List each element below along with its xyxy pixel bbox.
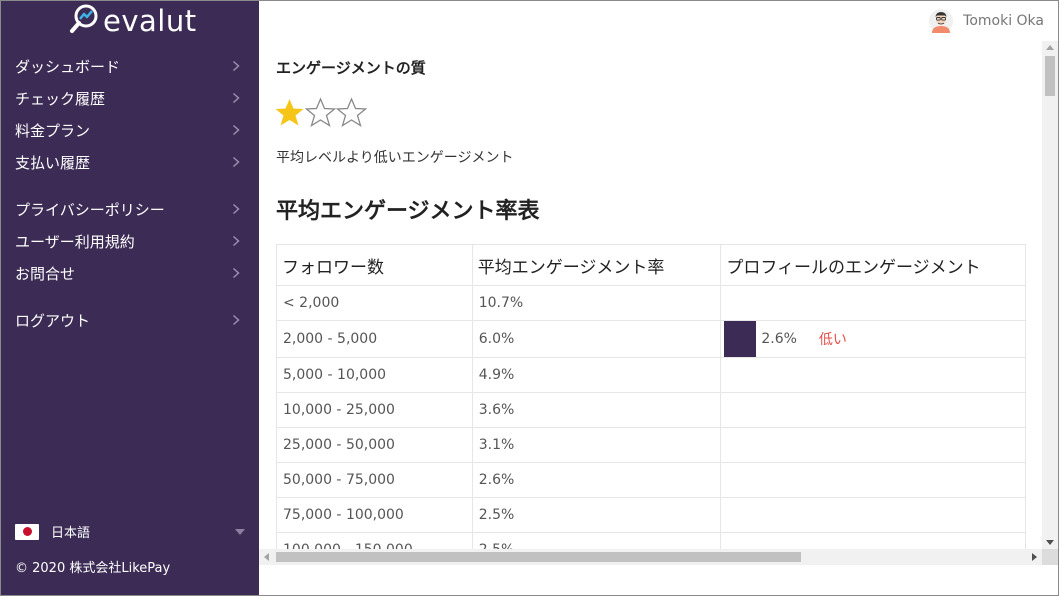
cell-profile-engagement <box>720 497 1026 533</box>
horizontal-scroll-thumb[interactable] <box>276 552 801 562</box>
profile-engagement-marker: 2.6% 低い <box>724 321 1025 357</box>
scroll-left-icon[interactable] <box>264 553 269 561</box>
cell-profile-engagement <box>720 357 1026 393</box>
sidebar-item-label: チェック履歴 <box>15 89 106 108</box>
chevron-right-icon <box>229 266 243 280</box>
header-average-rate: 平均エンゲージメント率 <box>471 244 722 286</box>
profile-level-badge: 低い <box>818 332 847 348</box>
cell-followers: 75,000 - 100,000 <box>276 497 473 533</box>
sidebar-item[interactable]: お問合せ <box>1 257 259 289</box>
cell-average-rate: 4.9% <box>471 357 722 393</box>
main-content[interactable]: エンゲージメントの質 平均レベルより低いエンゲージメント 平均エンゲージメント率… <box>259 41 1042 549</box>
logo-magnifier-icon <box>69 3 101 39</box>
cell-profile-engagement <box>720 285 1026 321</box>
star-filled-icon <box>274 97 305 128</box>
table-row: 75,000 - 100,000 2.5% <box>276 497 1026 533</box>
chevron-right-icon <box>229 123 243 137</box>
cell-profile-engagement <box>720 427 1026 463</box>
table-row: 50,000 - 75,000 2.6% <box>276 462 1026 498</box>
table-header-row: フォロワー数 平均エンゲージメント率 プロフィールのエンゲージメント <box>276 244 1026 286</box>
cell-followers: 5,000 - 10,000 <box>276 357 473 393</box>
scroll-right-icon[interactable] <box>1032 553 1037 561</box>
cell-average-rate: 3.1% <box>471 427 722 463</box>
cell-profile-engagement <box>720 532 1026 549</box>
user-name: Tomoki Oka <box>963 13 1044 29</box>
scroll-down-icon[interactable] <box>1046 540 1054 545</box>
sidebar-item-label: 支払い履歴 <box>15 153 91 172</box>
copyright: © 2020 株式会社LikePay <box>15 561 171 576</box>
chevron-right-icon <box>229 202 243 216</box>
header-followers: フォロワー数 <box>276 244 473 286</box>
engagement-table: フォロワー数 平均エンゲージメント率 プロフィールのエンゲージメント < 2,0… <box>276 244 1026 549</box>
scroll-up-icon[interactable] <box>1046 45 1054 50</box>
user-menu[interactable]: Tomoki Oka <box>929 9 1044 33</box>
sidebar-item-label: プライバシーポリシー <box>15 200 165 219</box>
chevron-right-icon <box>229 91 243 105</box>
logo[interactable]: evalut <box>69 3 197 39</box>
sidebar-item-label: ユーザー利用規約 <box>15 232 135 251</box>
cell-average-rate: 2.5% <box>471 532 722 549</box>
japan-flag-icon <box>15 523 39 540</box>
nav-group: プライバシーポリシー ユーザー利用規約 お問合せ <box>1 193 259 289</box>
scrollbar-corner <box>1042 549 1058 565</box>
engagement-title: エンゲージメントの質 <box>276 59 426 77</box>
cell-profile-engagement: 2.6% 低い <box>720 320 1026 358</box>
cell-average-rate: 2.6% <box>471 462 722 498</box>
engagement-description: 平均レベルより低いエンゲージメント <box>276 150 514 166</box>
cell-followers: 50,000 - 75,000 <box>276 462 473 498</box>
sidebar-item[interactable]: プライバシーポリシー <box>1 193 259 225</box>
table-row: 2,000 - 5,000 6.0% 2.6% 低い <box>276 320 1026 358</box>
nav-group: ログアウト <box>1 304 259 336</box>
star-empty-icon <box>335 97 368 128</box>
table-title: 平均エンゲージメント率表 <box>276 199 540 224</box>
table-row: 25,000 - 50,000 3.1% <box>276 427 1026 463</box>
cell-average-rate: 2.5% <box>471 497 722 533</box>
sidebar-item[interactable]: ダッシュボード <box>1 50 259 82</box>
cell-profile-engagement <box>720 392 1026 428</box>
table-row: 5,000 - 10,000 4.9% <box>276 357 1026 393</box>
chevron-right-icon <box>229 155 243 169</box>
vertical-scrollbar[interactable] <box>1042 41 1058 549</box>
cell-profile-engagement <box>720 462 1026 498</box>
sidebar-item[interactable]: 料金プラン <box>1 114 259 146</box>
chevron-right-icon <box>229 234 243 248</box>
header-profile-engagement: プロフィールのエンゲージメント <box>720 244 1026 286</box>
nav-group: ダッシュボード チェック履歴 料金プラン支払い履歴 <box>1 50 259 178</box>
logo-text: evalut <box>103 4 197 38</box>
cell-followers: 10,000 - 25,000 <box>276 392 473 428</box>
avatar-icon <box>929 9 954 33</box>
table-row: 10,000 - 25,000 3.6% <box>276 392 1026 428</box>
cell-average-rate: 3.6% <box>471 392 722 428</box>
cell-followers: 25,000 - 50,000 <box>276 427 473 463</box>
cell-average-rate: 6.0% <box>471 320 722 358</box>
rating-stars <box>274 97 368 128</box>
table-row: 100,000 - 150,0002.5% <box>276 532 1026 549</box>
profile-bar <box>724 321 757 357</box>
sidebar-item-label: 料金プラン <box>15 121 91 140</box>
horizontal-scrollbar[interactable] <box>259 549 1042 565</box>
language-selector[interactable]: 日本語 <box>15 522 245 541</box>
language-label: 日本語 <box>51 526 91 541</box>
sidebar-item-label: お問合せ <box>15 264 76 283</box>
chevron-right-icon <box>229 59 243 73</box>
chevron-right-icon <box>229 313 243 327</box>
profile-rate: 2.6% <box>761 331 797 347</box>
sidebar-item[interactable]: チェック履歴 <box>1 82 259 114</box>
cell-followers: 2,000 - 5,000 <box>276 320 473 358</box>
sidebar-item[interactable]: ログアウト <box>1 304 259 336</box>
caret-down-icon <box>235 528 245 535</box>
cell-followers: 100,000 - 150,000 <box>276 532 473 549</box>
vertical-scroll-thumb[interactable] <box>1045 56 1055 96</box>
sidebar-item-label: ログアウト <box>15 311 91 330</box>
sidebar: evalut ダッシュボード チェック履歴 料金プラン支払い履歴プライバシーポリシー… <box>1 1 259 595</box>
cell-followers: < 2,000 <box>276 285 473 321</box>
star-empty-icon <box>304 97 337 128</box>
sidebar-item[interactable]: ユーザー利用規約 <box>1 225 259 257</box>
sidebar-item[interactable]: 支払い履歴 <box>1 146 259 178</box>
topbar: Tomoki Oka <box>259 1 1058 41</box>
sidebar-item-label: ダッシュボード <box>15 57 121 76</box>
table-row: < 2,000 10.7% <box>276 285 1026 321</box>
cell-average-rate: 10.7% <box>471 285 722 321</box>
